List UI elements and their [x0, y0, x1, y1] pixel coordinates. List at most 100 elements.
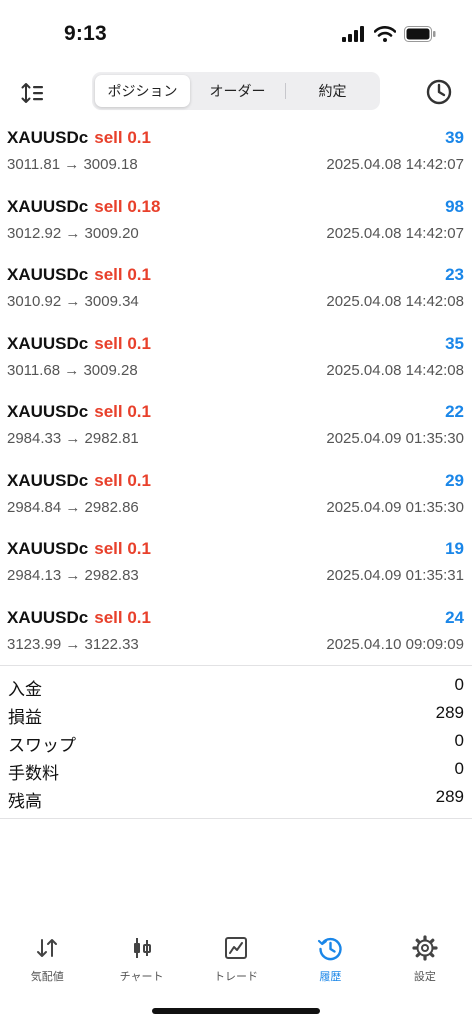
trade-symbol-line: XAUUSDc sell 0.1 — [7, 128, 151, 148]
trade-symbol-line: XAUUSDc sell 0.1 — [7, 334, 151, 354]
quotes-arrows-icon — [37, 939, 58, 957]
trade-profit: 98 — [445, 196, 464, 216]
tab-history[interactable]: 履歴 — [283, 928, 377, 988]
trade-profit: 23 — [445, 265, 464, 284]
trade-profit: 29 — [445, 470, 464, 490]
trade-side: sell 0.1 — [94, 333, 151, 353]
trade-symbol: XAUUSDc — [7, 607, 89, 627]
summary-divider-top — [0, 665, 472, 666]
tab-label: トレード — [214, 971, 259, 983]
trade-side: sell 0.1 — [94, 607, 151, 627]
trade-profit: 22 — [445, 402, 464, 421]
tab-label: 気配値 — [30, 971, 64, 983]
trade-row[interactable]: XAUUSDc sell 0.1 19 2984.13 → 2982.83 202… — [0, 531, 472, 600]
trade-symbol: XAUUSDc — [7, 539, 89, 558]
summary-row-deposit: 入金 0 — [0, 672, 472, 700]
trade-prices: 3010.92 → 3009.34 — [7, 293, 139, 310]
trade-symbol: XAUUSDc — [7, 196, 89, 216]
summary-label: 損益 — [8, 708, 42, 727]
status-bar: 9:13 — [0, 0, 472, 68]
trade-side: sell 0.1 — [94, 539, 151, 558]
trade-time: 2025.04.09 01:35:30 — [326, 430, 464, 447]
trade-symbol: XAUUSDc — [7, 470, 89, 490]
cellular-signal-icon — [342, 26, 364, 42]
tab-quotes[interactable]: 気配値 — [0, 928, 94, 988]
summary-value: 289 — [435, 787, 464, 806]
tab-label: 設定 — [413, 971, 436, 983]
segment-positions[interactable]: ポジション — [95, 75, 190, 107]
trade-time: 2025.04.10 09:09:09 — [326, 635, 464, 653]
summary-label: スワップ — [8, 736, 76, 755]
trade-prices: 2984.13 → 2982.83 — [7, 567, 139, 584]
sort-button[interactable] — [16, 76, 50, 110]
trade-row[interactable]: XAUUSDc sell 0.1 39 3011.81 → 3009.18 202… — [0, 120, 472, 189]
segmented-control: ポジション オーダー 約定 — [92, 72, 380, 110]
summary-label: 入金 — [8, 680, 42, 699]
history-period-button[interactable] — [424, 77, 454, 107]
summary-row-swap: スワップ 0 — [0, 728, 472, 756]
tab-label: 履歴 — [319, 971, 342, 983]
trade-symbol-line: XAUUSDc sell 0.1 — [7, 539, 151, 559]
trade-row[interactable]: XAUUSDc sell 0.18 98 3012.92 → 3009.20 20… — [0, 189, 472, 258]
history-clock-icon — [318, 937, 343, 961]
trade-row[interactable]: XAUUSDc sell 0.1 24 3123.99 → 3122.33 202… — [0, 600, 472, 669]
trade-prices: 3123.99 → 3122.33 — [7, 635, 139, 653]
sort-icon — [21, 83, 43, 103]
trade-row[interactable]: XAUUSDc sell 0.1 29 2984.84 → 2982.86 202… — [0, 463, 472, 532]
trade-side: sell 0.18 — [94, 196, 161, 216]
trade-time: 2025.04.08 14:42:07 — [326, 224, 464, 242]
trade-prices: 2984.33 → 2982.81 — [7, 430, 139, 447]
summary-value: 0 — [454, 675, 464, 694]
summary-label: 手数料 — [8, 764, 59, 783]
trade-symbol: XAUUSDc — [7, 128, 89, 147]
summary-row-commission: 手数料 0 — [0, 756, 472, 784]
trade-symbol-line: XAUUSDc sell 0.18 — [7, 197, 160, 217]
trade-symbol-line: XAUUSDc sell 0.1 — [7, 608, 151, 628]
trade-time: 2025.04.08 14:42:08 — [326, 361, 464, 379]
summary-value: 289 — [435, 703, 464, 722]
trade-symbol-line: XAUUSDc sell 0.1 — [7, 265, 151, 285]
trade-row[interactable]: XAUUSDc sell 0.1 23 3010.92 → 3009.34 202… — [0, 257, 472, 326]
tab-trade[interactable]: トレード — [189, 928, 283, 988]
home-indicator — [152, 1008, 320, 1014]
trade-row[interactable]: XAUUSDc sell 0.1 35 3011.68 → 3009.28 202… — [0, 326, 472, 395]
candlestick-chart-icon — [133, 938, 151, 958]
trade-symbol: XAUUSDc — [7, 265, 89, 284]
gear-icon — [412, 935, 438, 961]
summary-label: 残高 — [8, 792, 42, 811]
trade-prices: 3011.68 → 3009.28 — [7, 361, 138, 379]
trade-row[interactable]: XAUUSDc sell 0.1 22 2984.33 → 2982.81 202… — [0, 394, 472, 463]
trade-side: sell 0.1 — [94, 128, 151, 147]
trade-prices: 3012.92 → 3009.20 — [7, 224, 139, 242]
tab-label: チャート — [119, 971, 164, 983]
status-icons — [342, 26, 436, 42]
trade-time: 2025.04.08 14:42:07 — [326, 156, 464, 173]
summary-row-balance: 残高 289 — [0, 784, 472, 812]
trade-symbol-line: XAUUSDc sell 0.1 — [7, 402, 151, 422]
trade-time: 2025.04.08 14:42:08 — [326, 293, 464, 310]
trade-symbol-line: XAUUSDc sell 0.1 — [7, 471, 151, 491]
segment-deals[interactable]: 約定 — [285, 75, 380, 107]
trade-profit: 24 — [445, 607, 464, 627]
tab-chart[interactable]: チャート — [94, 928, 188, 988]
tab-bar: 気配値 チャート トレード 履歴 設定 — [0, 928, 472, 988]
trade-time: 2025.04.09 01:35:31 — [326, 567, 464, 584]
trade-side: sell 0.1 — [94, 402, 151, 421]
toolbar: ポジション オーダー 約定 — [0, 70, 472, 114]
segment-orders[interactable]: オーダー — [190, 75, 285, 107]
clock-icon — [426, 79, 452, 105]
summary-divider-bottom — [0, 818, 472, 819]
tab-settings[interactable]: 設定 — [378, 928, 472, 988]
trade-profit: 19 — [445, 539, 464, 558]
trade-symbol: XAUUSDc — [7, 402, 89, 421]
summary-value: 0 — [454, 759, 464, 778]
trade-chart-icon — [225, 937, 248, 959]
summary-row-profit: 損益 289 — [0, 700, 472, 728]
trade-time: 2025.04.09 01:35:30 — [326, 498, 464, 516]
trade-list: XAUUSDc sell 0.1 39 3011.81 → 3009.18 202… — [0, 120, 472, 668]
battery-icon — [404, 26, 436, 42]
status-time: 9:13 — [64, 22, 107, 45]
trade-symbol: XAUUSDc — [7, 333, 89, 353]
trade-profit: 35 — [445, 333, 464, 353]
trade-side: sell 0.1 — [94, 470, 151, 490]
